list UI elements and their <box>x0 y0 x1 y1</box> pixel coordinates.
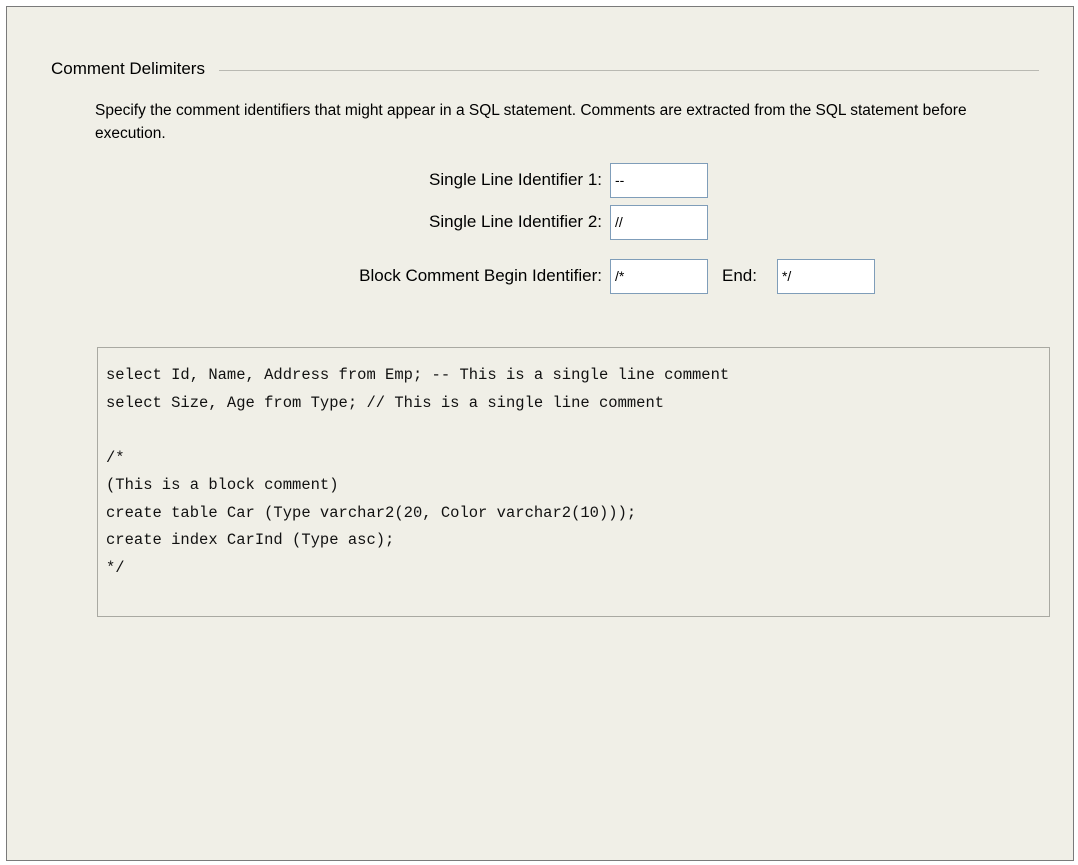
single-line-2-label: Single Line Identifier 2: <box>429 212 602 231</box>
code-line: create index CarInd (Type asc); <box>106 531 395 549</box>
section-title: Comment Delimiters <box>51 59 205 78</box>
sql-example-box: select Id, Name, Address from Emp; -- Th… <box>97 347 1050 617</box>
section-description: Specify the comment identifiers that mig… <box>95 102 967 142</box>
block-end-label: End: <box>722 266 757 285</box>
code-line: select Size, Age from Type; // This is a… <box>106 393 665 412</box>
single-line-2-row: Single Line Identifier 2: <box>337 204 708 240</box>
single-line-2-input[interactable] <box>610 204 708 240</box>
single-line-1-input[interactable] <box>610 162 708 198</box>
comment-delimiters-panel: Comment Delimiters Specify the comment i… <box>6 6 1074 861</box>
single-line-1-row: Single Line Identifier 1: <box>337 162 708 198</box>
block-begin-input[interactable] <box>610 258 708 294</box>
block-end-input[interactable] <box>776 258 875 294</box>
block-begin-label: Block Comment Begin Identifier: <box>359 266 602 285</box>
single-line-1-label: Single Line Identifier 1: <box>429 170 602 189</box>
code-line: /* <box>106 448 125 467</box>
section-header: Comment Delimiters <box>51 57 1039 81</box>
section-divider <box>218 69 1039 71</box>
code-line: (This is a block comment) <box>106 476 339 494</box>
code-line: create table Car (Type varchar2(20, Colo… <box>106 503 637 522</box>
block-comment-row: Block Comment Begin Identifier: End: <box>227 258 875 294</box>
code-line: */ <box>106 558 125 577</box>
code-line: select Id, Name, Address from Emp; -- Th… <box>106 366 730 384</box>
